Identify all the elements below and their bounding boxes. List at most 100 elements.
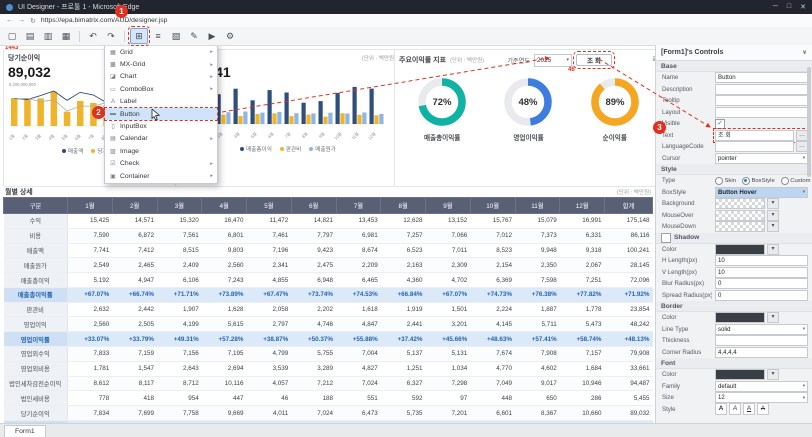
prop-tooltip-input[interactable]	[715, 95, 808, 106]
prop-languagecode-input[interactable]	[715, 141, 794, 152]
table-cell: 5,615	[202, 317, 247, 332]
maximize-button[interactable]: □	[787, 3, 791, 11]
menu-item-inputbox[interactable]: ▯InputBox	[105, 120, 217, 132]
undo-icon[interactable]: ↶	[85, 29, 101, 43]
row-label: 매출총이익	[4, 273, 68, 288]
insert-control-icon[interactable]: ⊞	[130, 28, 148, 44]
swatch-dropdown-button[interactable]: ▾	[767, 244, 779, 255]
base-year-select[interactable]: 2025 ▾	[534, 54, 572, 67]
svg-text:4월: 4월	[232, 130, 241, 139]
menu-item-check[interactable]: ☑Check▸	[105, 158, 217, 170]
print-icon[interactable]: ▦	[58, 29, 74, 43]
table-cell: +48.63%	[470, 332, 515, 347]
table-cell: 7,243	[202, 273, 247, 288]
search-button[interactable]: 조 회	[576, 54, 612, 66]
prop-mousedown-color-swatch[interactable]	[715, 221, 765, 232]
menu-item-image[interactable]: ▨Image	[105, 145, 217, 157]
prop-blur-radius-px--input[interactable]: 0	[715, 278, 808, 289]
minimize-button[interactable]: ─	[773, 3, 778, 11]
prop-thickness-control	[715, 335, 808, 346]
layers-icon[interactable]: ▧	[168, 29, 184, 43]
table-cell: 7,156	[157, 347, 202, 362]
prop-background-color-swatch[interactable]	[715, 198, 765, 209]
prop-h-length-px--control: 10	[715, 255, 808, 266]
menu-item-label[interactable]: ALabel	[105, 96, 217, 108]
prop-spread-radius-px--input[interactable]: 0	[715, 290, 808, 301]
swatch-dropdown-button[interactable]: ▾	[767, 210, 779, 221]
address-input[interactable]: https://epa.bimatrix.com/AUD/designer.js…	[41, 17, 168, 24]
save-icon[interactable]: ▥	[40, 29, 56, 43]
menu-item-calendar[interactable]: ▤Calendar▸	[105, 133, 217, 145]
prop-thickness-input[interactable]	[715, 335, 808, 346]
collapse-icon[interactable]: ∨	[802, 49, 807, 56]
legend-label: 매출총이익	[246, 145, 272, 153]
table-cell: 9,803	[202, 243, 247, 258]
table-cell: 5,755	[291, 347, 336, 362]
back-icon[interactable]: ←	[6, 17, 13, 24]
menu-item-chart[interactable]: ◪Chart▸	[105, 71, 217, 83]
settings-icon[interactable]: ⚙	[222, 29, 238, 43]
open-icon[interactable]: ▤	[22, 29, 38, 43]
prop-text-input[interactable]: 조 회	[715, 130, 794, 141]
close-button[interactable]: ✕	[800, 3, 806, 11]
prop-description-input[interactable]	[715, 84, 808, 95]
font-style-button-1[interactable]: A	[729, 403, 741, 415]
prop-size-select[interactable]: 12▾	[715, 392, 808, 403]
prop-v-length-px--input[interactable]: 10	[715, 267, 808, 278]
prop-corner-radius-input[interactable]: 4,4,4,4	[715, 347, 808, 358]
prop-color-color-swatch[interactable]	[715, 244, 765, 255]
menu-item-label: ComboBox	[120, 86, 154, 93]
menu-item-mx-grid[interactable]: ▩MX-Grid▸	[105, 58, 217, 70]
redo-icon[interactable]: ↷	[103, 29, 119, 43]
new-file-icon[interactable]: ▢	[4, 29, 20, 43]
table-cell: 4,947	[112, 273, 157, 288]
radio-boxstyle[interactable]: BoxStyle	[742, 177, 775, 185]
swatch-dropdown-button[interactable]: ▾	[767, 312, 779, 323]
edit-icon[interactable]: ✎	[186, 29, 202, 43]
font-style-button-0[interactable]: A	[715, 403, 727, 415]
swatch-dropdown-button[interactable]: ▾	[767, 369, 779, 380]
table-cell: 2,797	[247, 317, 292, 332]
prop-color-color-swatch[interactable]	[715, 369, 765, 380]
prop-layout-input[interactable]	[715, 107, 808, 118]
align-icon[interactable]: ≡	[150, 29, 166, 43]
menu-item-button[interactable]: ▬Button	[105, 108, 217, 120]
swatch-dropdown-button[interactable]: ▾	[767, 221, 779, 232]
menu-item-grid[interactable]: ▦Grid▸	[105, 46, 217, 58]
radio-custom[interactable]: Custom	[781, 177, 811, 185]
prop-h-length-px--input[interactable]: 10	[715, 255, 808, 266]
prop-family-select[interactable]: default▾	[715, 381, 808, 392]
table-cell: 9,423	[291, 243, 336, 258]
menu-item-combobox[interactable]: ▭ComboBox▸	[105, 83, 217, 95]
refresh-icon[interactable]: ↻	[30, 17, 36, 25]
forward-icon[interactable]: →	[18, 17, 25, 24]
swatch-dropdown-button[interactable]: ▾	[767, 198, 779, 209]
prop-line-type-select[interactable]: solid▾	[715, 324, 808, 335]
shadow-checkbox[interactable]	[661, 233, 671, 243]
prop-visible-row: Visible✓	[656, 118, 812, 130]
table-cell: +66.74%	[112, 287, 157, 302]
row-label: 매출원가	[4, 258, 68, 273]
form-tab[interactable]: Form1	[4, 425, 46, 437]
properties-scrollbar[interactable]	[807, 67, 811, 177]
prop-boxstyle-select[interactable]: Button Hover▾	[715, 187, 808, 198]
menu-item-container[interactable]: ▣Container▸	[105, 170, 217, 182]
prop-name-input[interactable]: Button	[715, 72, 808, 83]
prop-cursor-select[interactable]: pointer▾	[715, 153, 808, 164]
table-cell: 33,661	[605, 361, 653, 376]
prop-mouseover-color-swatch[interactable]	[715, 210, 765, 221]
table-cell: +55.88%	[336, 332, 381, 347]
svg-text:1월: 1월	[8, 132, 17, 141]
preview-icon[interactable]: ▶	[204, 29, 220, 43]
font-style-button-2[interactable]: A	[743, 403, 755, 415]
prop-color-color-swatch[interactable]	[715, 312, 765, 323]
url-bar: ← → ↻ https://epa.bimatrix.com/AUD/desig…	[0, 14, 812, 28]
prop-visible-checkbox[interactable]: ✓	[715, 119, 725, 129]
table-cell: +58.74%	[560, 332, 605, 347]
prop-mouseover-label: MouseOver	[662, 212, 712, 219]
radio-dot-icon	[715, 177, 723, 185]
table-cell: +57.28%	[202, 332, 247, 347]
font-style-button-3[interactable]: A	[757, 403, 769, 415]
column-header: 9월	[426, 198, 471, 214]
radio-skin[interactable]: Skin	[715, 177, 736, 185]
